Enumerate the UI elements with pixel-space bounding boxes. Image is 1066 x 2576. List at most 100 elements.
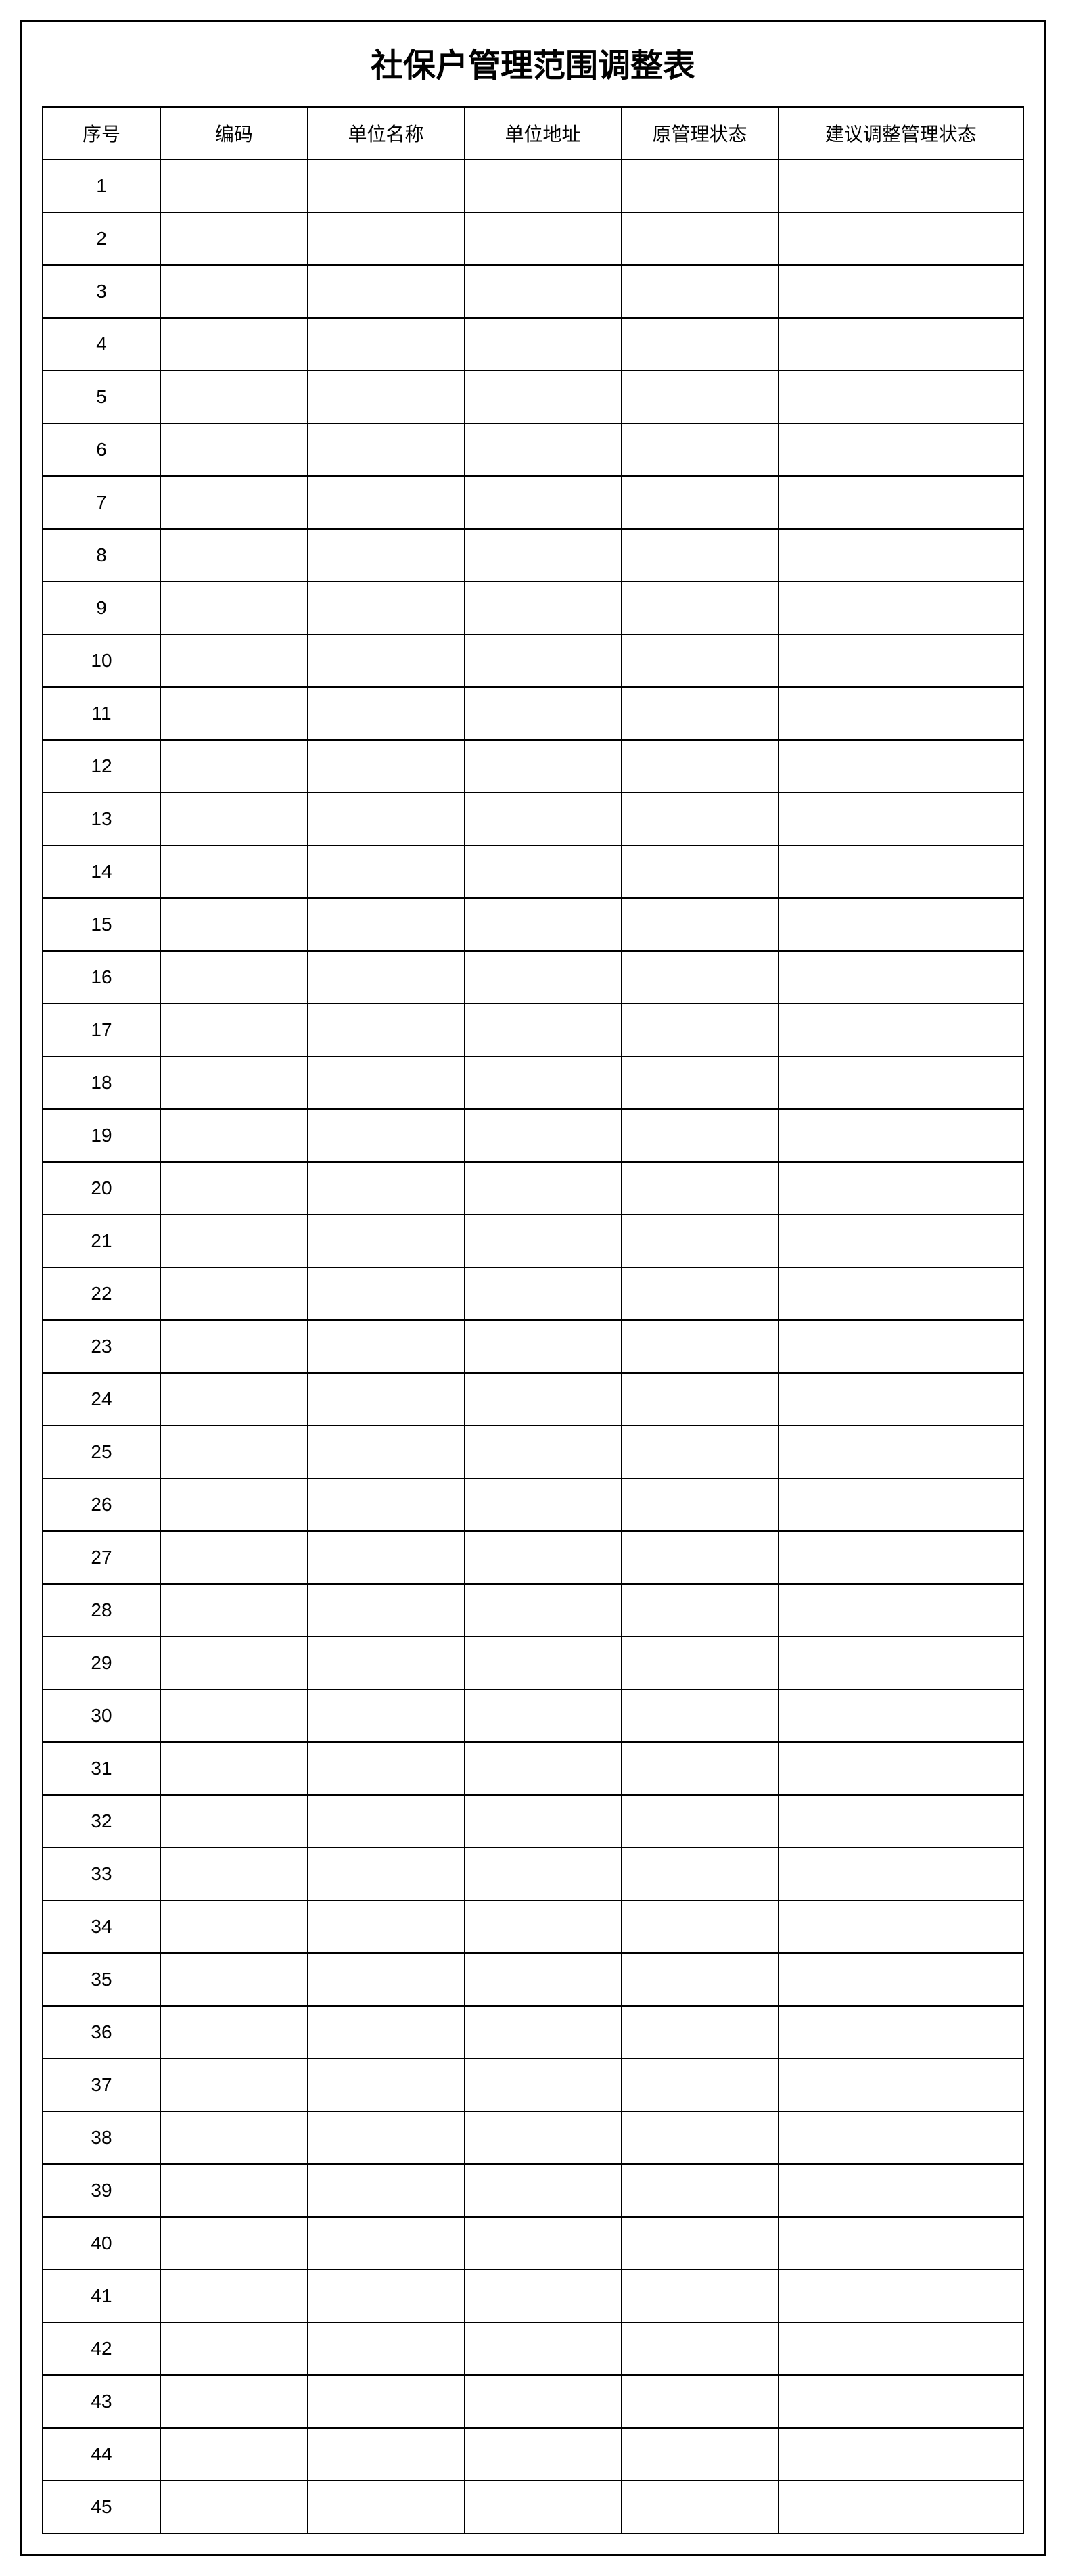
cell-suggest-status: [779, 1848, 1024, 1900]
cell-unit-name: [308, 2217, 465, 2270]
cell-seq: 24: [43, 1373, 160, 1426]
cell-seq: 16: [43, 951, 160, 1004]
cell-unit-addr: [465, 845, 622, 898]
cell-seq: 21: [43, 1215, 160, 1267]
cell-unit-addr: [465, 476, 622, 529]
cell-unit-addr: [465, 265, 622, 318]
cell-unit-addr: [465, 160, 622, 212]
cell-unit-addr: [465, 2428, 622, 2481]
cell-seq: 35: [43, 1953, 160, 2006]
cell-seq: 41: [43, 2270, 160, 2322]
cell-code: [160, 318, 308, 371]
cell-suggest-status: [779, 582, 1024, 634]
cell-unit-addr: [465, 1478, 622, 1531]
cell-seq: 15: [43, 898, 160, 951]
cell-suggest-status: [779, 2270, 1024, 2322]
cell-code: [160, 740, 308, 793]
cell-orig-status: [622, 740, 779, 793]
cell-code: [160, 634, 308, 687]
cell-seq: 45: [43, 2481, 160, 2533]
cell-unit-addr: [465, 1426, 622, 1478]
cell-unit-name: [308, 212, 465, 265]
cell-unit-name: [308, 1478, 465, 1531]
cell-suggest-status: [779, 1056, 1024, 1109]
cell-seq: 32: [43, 1795, 160, 1848]
cell-unit-addr: [465, 2059, 622, 2111]
cell-unit-addr: [465, 1162, 622, 1215]
cell-suggest-status: [779, 1320, 1024, 1373]
cell-seq: 22: [43, 1267, 160, 1320]
table-row: 5: [43, 371, 1023, 423]
cell-orig-status: [622, 1373, 779, 1426]
cell-suggest-status: [779, 898, 1024, 951]
cell-suggest-status: [779, 1531, 1024, 1584]
cell-suggest-status: [779, 2375, 1024, 2428]
cell-unit-name: [308, 582, 465, 634]
cell-suggest-status: [779, 1584, 1024, 1637]
cell-seq: 7: [43, 476, 160, 529]
col-header-code: 编码: [160, 107, 308, 160]
cell-orig-status: [622, 951, 779, 1004]
cell-seq: 25: [43, 1426, 160, 1478]
table-row: 8: [43, 529, 1023, 582]
table-row: 22: [43, 1267, 1023, 1320]
cell-code: [160, 265, 308, 318]
cell-code: [160, 2059, 308, 2111]
table-row: 42: [43, 2322, 1023, 2375]
cell-suggest-status: [779, 1267, 1024, 1320]
cell-code: [160, 1637, 308, 1689]
cell-code: [160, 1478, 308, 1531]
cell-seq: 33: [43, 1848, 160, 1900]
col-header-seq: 序号: [43, 107, 160, 160]
cell-unit-name: [308, 2322, 465, 2375]
cell-code: [160, 582, 308, 634]
cell-code: [160, 1742, 308, 1795]
cell-unit-addr: [465, 1795, 622, 1848]
cell-suggest-status: [779, 2481, 1024, 2533]
cell-unit-addr: [465, 212, 622, 265]
table-row: 37: [43, 2059, 1023, 2111]
cell-suggest-status: [779, 1637, 1024, 1689]
cell-orig-status: [622, 793, 779, 845]
cell-unit-addr: [465, 687, 622, 740]
cell-orig-status: [622, 160, 779, 212]
cell-code: [160, 1056, 308, 1109]
cell-unit-name: [308, 1795, 465, 1848]
table-row: 34: [43, 1900, 1023, 1953]
cell-code: [160, 1848, 308, 1900]
table-row: 45: [43, 2481, 1023, 2533]
cell-suggest-status: [779, 212, 1024, 265]
cell-orig-status: [622, 1004, 779, 1056]
table-wrapper: 序号 编码 单位名称 单位地址 原管理状态 建议调整管理状态 123456789…: [22, 106, 1044, 2554]
cell-seq: 42: [43, 2322, 160, 2375]
cell-seq: 19: [43, 1109, 160, 1162]
cell-unit-addr: [465, 582, 622, 634]
cell-unit-addr: [465, 1215, 622, 1267]
cell-unit-name: [308, 1320, 465, 1373]
table-row: 4: [43, 318, 1023, 371]
cell-suggest-status: [779, 160, 1024, 212]
cell-code: [160, 1320, 308, 1373]
cell-unit-addr: [465, 2270, 622, 2322]
cell-suggest-status: [779, 1004, 1024, 1056]
table-row: 35: [43, 1953, 1023, 2006]
table-row: 25: [43, 1426, 1023, 1478]
cell-seq: 36: [43, 2006, 160, 2059]
cell-unit-name: [308, 2164, 465, 2217]
cell-seq: 34: [43, 1900, 160, 1953]
cell-code: [160, 1689, 308, 1742]
cell-suggest-status: [779, 2111, 1024, 2164]
cell-suggest-status: [779, 1426, 1024, 1478]
cell-unit-name: [308, 2270, 465, 2322]
cell-unit-name: [308, 1689, 465, 1742]
cell-code: [160, 1795, 308, 1848]
cell-unit-name: [308, 476, 465, 529]
cell-unit-name: [308, 898, 465, 951]
cell-unit-addr: [465, 1953, 622, 2006]
cell-orig-status: [622, 582, 779, 634]
cell-code: [160, 845, 308, 898]
cell-code: [160, 2006, 308, 2059]
cell-suggest-status: [779, 2059, 1024, 2111]
cell-unit-addr: [465, 634, 622, 687]
cell-code: [160, 2322, 308, 2375]
